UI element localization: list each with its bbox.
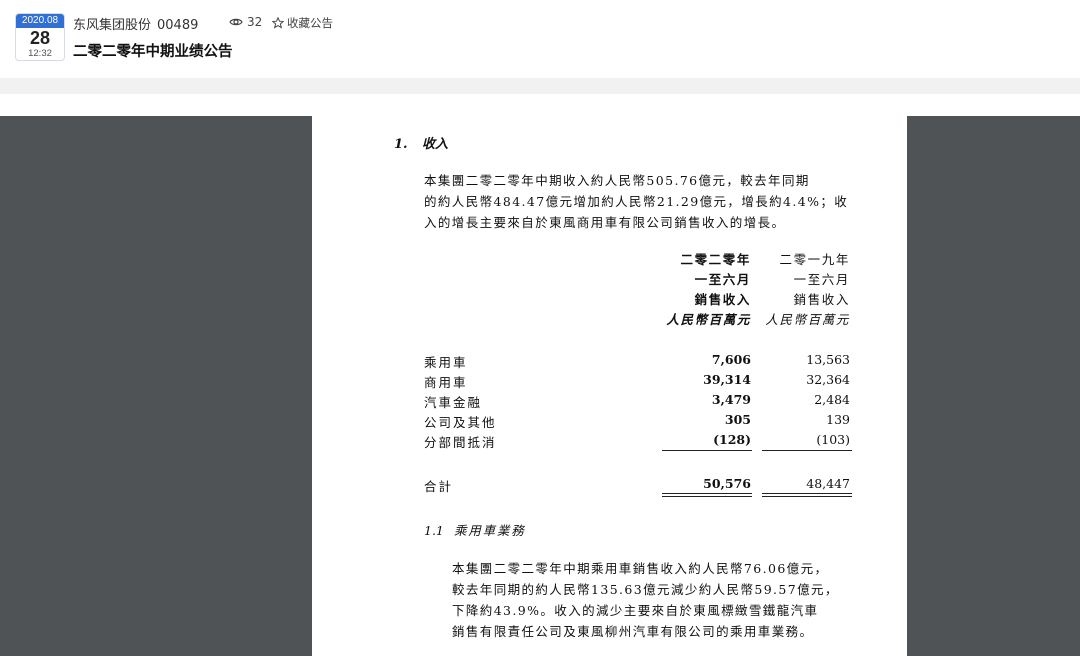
- table-cell-current: 305: [724, 412, 751, 427]
- table-cell-previous: 13,563: [806, 352, 850, 367]
- paragraph-line: 本集團二零二零年中期收入約人民幣505.76億元，較去年同期: [424, 173, 810, 188]
- header-current-year: 二零二零年: [680, 252, 751, 267]
- table-cell-current: 7,606: [711, 352, 751, 367]
- paragraph-line: 較去年同期的約人民幣135.63億元減少約人民幣59.57億元，: [452, 582, 839, 597]
- table-row-label: 公司及其他: [424, 415, 497, 430]
- table-cell-current: 39,314: [703, 372, 751, 387]
- date-time: 12:32: [28, 48, 52, 59]
- favorite-button[interactable]: 收藏公告: [272, 15, 333, 31]
- section-number: 1.: [394, 137, 408, 152]
- header-previous-period: 一至六月: [793, 272, 850, 287]
- paragraph-line: 的約人民幣484.47億元增加約人民幣21.29億元，增長約4.4%；收: [424, 194, 849, 209]
- header-current-period: 一至六月: [694, 272, 751, 287]
- table-cell-previous: 32,364: [806, 372, 850, 387]
- section-title: 收入: [422, 137, 449, 152]
- company-name[interactable]: 东风集团股份: [73, 18, 151, 33]
- stock-code: 00489: [157, 18, 199, 33]
- table-cell-previous: 139: [826, 412, 850, 427]
- view-count: 32: [229, 15, 262, 29]
- announcement-title: 二零二零年中期业绩公告: [73, 44, 233, 60]
- star-icon: [272, 17, 284, 29]
- paragraph-line: 下降約43.9%。收入的減少主要來自於東風標緻雪鐵龍汽車: [452, 603, 819, 618]
- paragraph-line: 入的增長主要來自於東風商用車有限公司銷售收入的增長。: [424, 215, 786, 230]
- date-year-month: 2020.08: [16, 14, 64, 28]
- table-cell-current: (128): [713, 432, 751, 447]
- eye-icon: [229, 18, 243, 26]
- paragraph-line: 銷售有限責任公司及東風柳州汽車有限公司的乘用車業務。: [452, 624, 814, 639]
- header-previous-unit: 人民幣百萬元: [765, 312, 850, 327]
- header-previous-metric: 銷售收入: [793, 292, 850, 307]
- header-divider-strip: [0, 78, 1080, 94]
- document-viewer[interactable]: 1. 收入 本集團二零二零年中期收入約人民幣505.76億元，較去年同期 的約人民…: [0, 116, 1080, 656]
- total-rule-current: [662, 493, 752, 494]
- date-day: 28: [29, 28, 51, 48]
- announcement-header: 2020.08 28 12:32 东风集团股份 00489 32 收藏公告 二零二…: [0, 0, 1080, 78]
- total-current: 50,576: [703, 476, 751, 491]
- subtotal-rule-current: [662, 450, 752, 451]
- total-rule-previous: [762, 493, 852, 494]
- subtotal-rule-previous: [762, 450, 852, 451]
- document-page: 1. 收入 本集團二零二零年中期收入約人民幣505.76億元，較去年同期 的約人民…: [312, 116, 907, 656]
- total-rule-previous-second: [762, 496, 852, 497]
- date-badge: 2020.08 28 12:32: [15, 13, 65, 61]
- table-row-label: 汽車金融: [424, 395, 483, 410]
- total-previous: 48,447: [806, 476, 850, 491]
- table-cell-current: 3,479: [711, 392, 751, 407]
- paragraph-line: 本集團二零二零年中期乘用車銷售收入約人民幣76.06億元，: [452, 561, 829, 576]
- table-row-label: 商用車: [424, 375, 468, 390]
- header-current-metric: 銷售收入: [694, 292, 751, 307]
- table-cell-previous: (103): [816, 432, 850, 447]
- header-previous-year: 二零一九年: [779, 252, 850, 267]
- favorite-label: 收藏公告: [287, 16, 333, 30]
- passenger-vehicle-paragraph: 本集團二零二零年中期乘用車銷售收入約人民幣76.06億元， 較去年同期的約人民幣…: [452, 558, 862, 642]
- view-count-value: 32: [247, 15, 263, 29]
- header-current-unit: 人民幣百萬元: [666, 312, 751, 327]
- section-heading: 1. 收入: [394, 133, 448, 152]
- total-rule-current-second: [662, 496, 752, 497]
- total-label: 合計: [424, 479, 454, 494]
- company-info: 东风集团股份 00489: [73, 14, 198, 33]
- revenue-paragraph: 本集團二零二零年中期收入約人民幣505.76億元，較去年同期 的約人民幣484.…: [424, 170, 864, 233]
- table-cell-previous: 2,484: [814, 392, 850, 407]
- subsection-number: 1.1: [424, 523, 444, 538]
- table-row-label: 分部間抵消: [424, 435, 497, 450]
- subsection-heading: 1.1 乘用車業務: [424, 520, 526, 539]
- subsection-title: 乘用車業務: [454, 523, 526, 538]
- table-row-label: 乘用車: [424, 355, 468, 370]
